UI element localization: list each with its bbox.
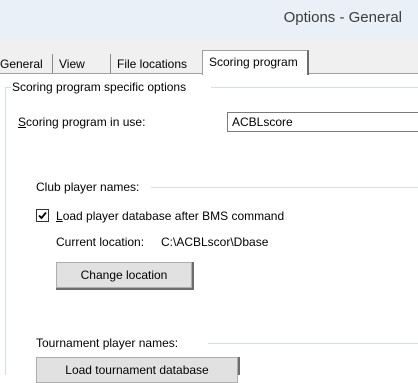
tab-view[interactable]: View (59, 57, 85, 71)
group-box-border (5, 87, 6, 375)
window-title: Options - General (283, 9, 402, 26)
scoring-program-input[interactable] (228, 113, 416, 131)
club-separator (151, 187, 418, 188)
group-box-title: Scoring program specific options (12, 80, 187, 94)
current-location-value: C:\ACBLscor\Dbase (161, 235, 269, 249)
button-shadow (238, 357, 240, 375)
club-player-names-label: Club player names: (36, 180, 140, 194)
load-tournament-database-button[interactable]: Load tournament database (36, 357, 238, 383)
tournament-player-names-label: Tournament player names: (36, 336, 179, 350)
tournament-separator (208, 343, 418, 344)
title-bar: Options - General (0, 0, 418, 40)
load-player-database-label[interactable]: Load player database after BMS command (56, 209, 284, 223)
tab-scoring-program-label: Scoring program (209, 55, 298, 69)
tab-general[interactable]: General (0, 57, 43, 71)
group-box-border (211, 87, 418, 88)
change-location-button[interactable]: Change location (56, 262, 192, 288)
group-box-border (5, 87, 11, 88)
load-player-database-checkbox[interactable] (36, 209, 49, 222)
scoring-program-label: Scoring program in use: (18, 115, 146, 129)
tab-divider (110, 54, 111, 73)
tab-file-locations[interactable]: File locations (117, 57, 187, 71)
button-shadow (192, 262, 194, 290)
tab-strip: General View File locations Scoring prog… (0, 40, 418, 75)
checkmark-icon (38, 211, 47, 220)
button-shadow (56, 288, 194, 290)
current-location-label: Current location: (56, 235, 145, 249)
tab-divider (52, 54, 53, 73)
scoring-program-field[interactable] (227, 112, 418, 132)
tab-scoring-program[interactable]: Scoring program (202, 50, 309, 75)
